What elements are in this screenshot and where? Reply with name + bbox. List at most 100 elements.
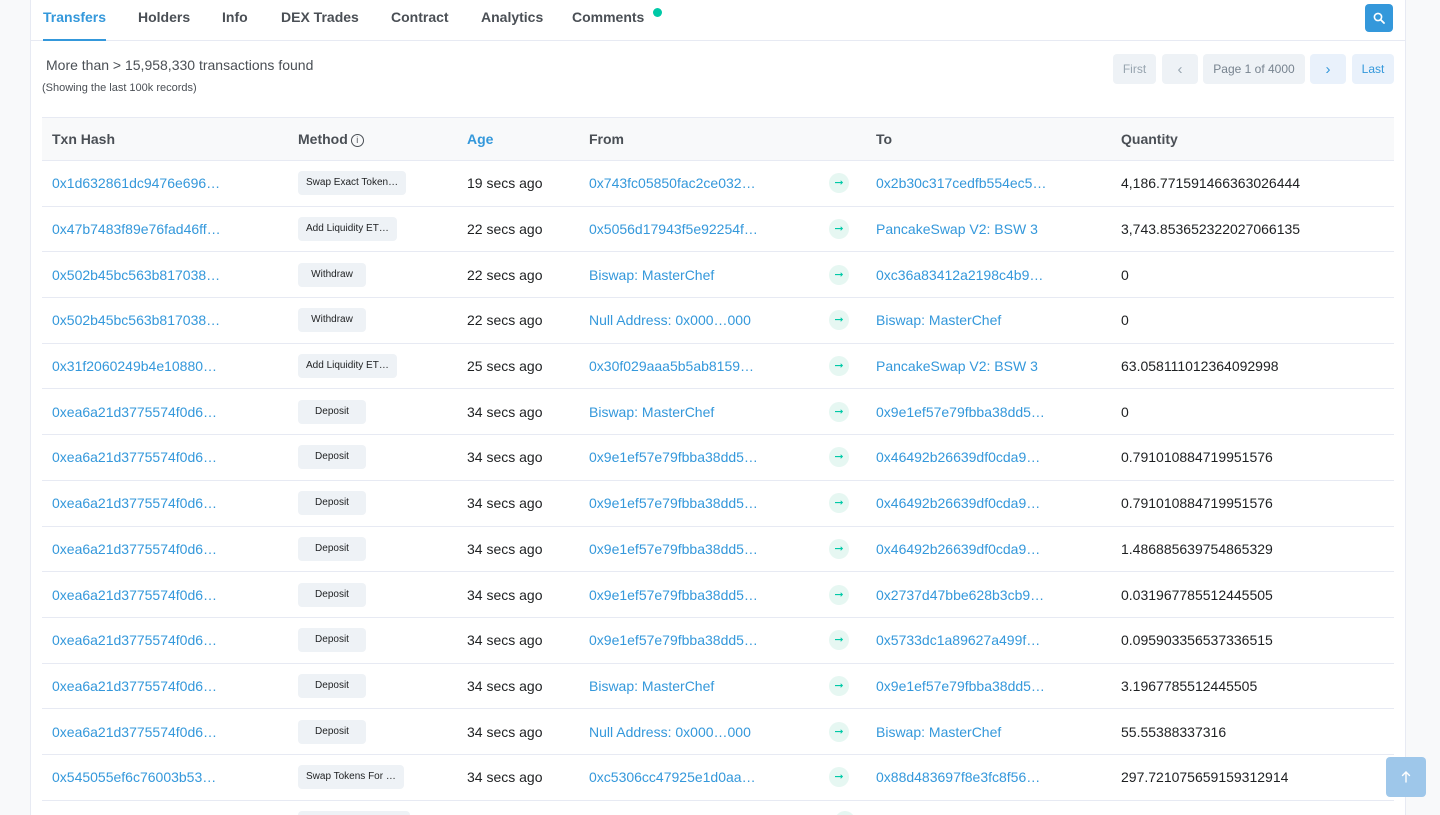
arrow-right-icon: ➞ [829,356,849,377]
method-badge: Deposit [298,628,366,653]
tab-bar: Transfers Holders Info DEX Trades Contra… [31,0,1405,41]
to-address-link[interactable]: 0x9e1ef57e79fbba38dd5… [876,678,1045,694]
txn-hash-link[interactable]: 0xea6a21d3775574f0d6… [52,587,217,603]
to-cell: 0x9e1ef57e79fbba38dd5… [866,663,1111,709]
info-icon[interactable]: i [350,134,364,147]
txn-hash-link[interactable]: 0xea6a21d3775574f0d6… [52,404,217,420]
txn-hash-link[interactable]: 0xea6a21d3775574f0d6… [52,724,217,740]
tab-contract[interactable]: Contract [391,0,449,41]
tab-transfers[interactable]: Transfers [43,0,107,41]
method-badge: Deposit [298,536,366,561]
age-cell: 22 secs ago [457,206,579,252]
to-address-link[interactable]: 0x46492b26639df0cda9… [876,495,1040,511]
tab-comments[interactable]: Comments [572,0,644,41]
method-cell: Swap Exact Token… [288,161,457,207]
from-address-link[interactable]: 0x743fc05850fac2ce032… [589,175,756,191]
to-address-link[interactable]: 0x2b30c317cedfb554ec5… [876,175,1046,191]
from-address-link[interactable]: 0x9e1ef57e79fbba38dd5… [589,632,758,648]
from-address-link[interactable]: 0x5056d17943f5e92254f… [589,221,758,237]
txn-hash-link[interactable]: 0x545055ef6c76003b53… [52,769,216,785]
txn-hash-link[interactable]: 0x502b45bc563b817038… [52,267,220,283]
from-address-link[interactable]: 0x9e1ef57e79fbba38dd5… [589,449,758,465]
scroll-to-top-button[interactable] [1386,757,1426,797]
arrow-right-icon: ➞ [829,401,849,422]
to-cell: Biswap: MasterChef [866,709,1111,755]
age-text: 34 secs ago [467,632,543,649]
from-address-link[interactable]: Null Address: 0x000…000 [589,724,751,740]
to-address-link[interactable]: Biswap: MasterChef [876,312,1001,328]
txn-hash-link[interactable]: 0xea6a21d3775574f0d6… [52,449,217,465]
txn-hash-cell: 0xea6a21d3775574f0d6… [42,617,288,663]
txn-hash-cell: 0x502b45bc563b817038… [42,298,288,344]
tab-analytics[interactable]: Analytics [481,0,543,41]
search-button[interactable] [1365,4,1393,32]
arrow-right-icon: ➞ [829,173,849,194]
pager-last-button[interactable]: Last [1352,54,1394,84]
from-address-link[interactable]: 0x9e1ef57e79fbba38dd5… [589,495,758,511]
pager-first-button[interactable]: First [1113,54,1156,84]
txn-hash-link[interactable]: 0x502b45bc563b817038… [52,312,220,328]
arrow-right-icon: ➞ [829,584,849,605]
col-quantity: Quantity [1121,131,1178,147]
quantity-value: 3,743.853652322027066135 [1121,221,1301,238]
txn-hash-link[interactable]: 0xea6a21d3775574f0d6… [52,541,217,557]
from-address-link[interactable]: 0x30f029aaa5b5ab8159… [589,358,754,374]
tab-info[interactable]: Info [222,0,248,41]
col-age[interactable]: Age [457,118,579,161]
token-transfers-card: Transfers Holders Info DEX Trades Contra… [30,0,1406,815]
quantity-cell: 0.791010884719951576 [1111,480,1394,526]
from-address-link[interactable]: Biswap: MasterChef [589,678,714,694]
from-address-link[interactable]: 0xc5306cc47925e1d0aa… [589,769,756,785]
quantity-cell: 3.1967785512445505 [1111,663,1394,709]
tab-dex-trades[interactable]: DEX Trades [281,0,359,41]
from-address-link[interactable]: Biswap: MasterChef [589,267,714,283]
from-address-link[interactable]: Null Address: 0x000…000 [589,312,751,328]
pager-next-button[interactable]: › [1310,54,1346,84]
txn-hash-cell: 0xea6a21d3775574f0d6… [42,435,288,481]
method-cell: Deposit [288,572,457,618]
to-cell: 0x9e1ef57e79fbba38dd5… [866,389,1111,435]
txn-hash-link[interactable]: 0x31f2060249b4e10880… [52,358,217,374]
from-address-link[interactable]: Biswap: MasterChef [589,404,714,420]
to-address-link[interactable]: 0x5733dc1a89627a499f… [876,632,1040,648]
arrow-right-icon: ➞ [829,538,849,559]
txn-hash-link[interactable]: 0xea6a21d3775574f0d6… [52,632,217,648]
txn-hash-cell: 0x545055ef6c76003b53… [42,754,288,800]
age-cell: 34 secs ago [457,480,579,526]
age-cell: 34 secs ago [457,754,579,800]
to-address-link[interactable]: PancakeSwap V2: BSW 3 [876,221,1038,237]
to-cell: 0xc36a83412a2198c4b9… [866,252,1111,298]
direction-cell: ➞ [825,252,866,298]
to-address-link[interactable]: Biswap: MasterChef [876,724,1001,740]
to-address-link[interactable]: PancakeSwap V2: BSW 3 [876,358,1038,374]
quantity-cell: 4,186.771591466363026444 [1111,161,1394,207]
tab-holders[interactable]: Holders [138,0,190,41]
to-address-link[interactable]: 0x2737d47bbe628b3cb9… [876,587,1044,603]
to-address-link[interactable]: 0xc36a83412a2198c4b9… [876,267,1043,283]
to-cell: 0x46492b26639df0cda9… [866,480,1111,526]
quantity-value: 0.095903356537336515 [1121,632,1273,649]
from-address-link[interactable]: 0x9e1ef57e79fbba38dd5… [589,587,758,603]
age-text: 22 secs ago [467,266,543,283]
to-address-link[interactable]: 0x88d483697f8e3fc8f56… [876,769,1040,785]
method-cell: Deposit [288,709,457,755]
from-cell: 0x9e1ef57e79fbba38dd5… [579,526,825,572]
table-row: 0xea6a21d3775574f0d6… Deposit 34 secs ago 0… [42,572,1394,618]
to-address-link[interactable]: 0x46492b26639df0cda9… [876,449,1040,465]
from-address-link[interactable]: 0x9e1ef57e79fbba38dd5… [589,541,758,557]
arrow-right-icon: ➞ [829,630,849,651]
from-cell: 0x9e1ef57e79fbba38dd5… [579,435,825,481]
transfers-table: Txn Hash Method i Age From To Quantity 0x… [42,117,1394,801]
method-badge: Deposit [298,673,366,698]
txn-hash-link[interactable]: 0xea6a21d3775574f0d6… [52,678,217,694]
txn-hash-cell: 0x502b45bc563b817038… [42,252,288,298]
txn-hash-link[interactable]: 0x1d632861dc9476e696… [52,175,220,191]
txn-hash-link[interactable]: 0xea6a21d3775574f0d6… [52,495,217,511]
table-row: 0xea6a21d3775574f0d6… Deposit 34 secs ago N… [42,709,1394,755]
to-address-link[interactable]: 0x46492b26639df0cda9… [876,541,1040,557]
quantity-cell: 0.791010884719951576 [1111,435,1394,481]
txn-hash-link[interactable]: 0x47b7483f89e76fad46ff… [52,221,221,237]
pager-prev-button[interactable]: ‹ [1162,54,1198,84]
to-address-link[interactable]: 0x9e1ef57e79fbba38dd5… [876,404,1045,420]
method-cell: Deposit [288,480,457,526]
